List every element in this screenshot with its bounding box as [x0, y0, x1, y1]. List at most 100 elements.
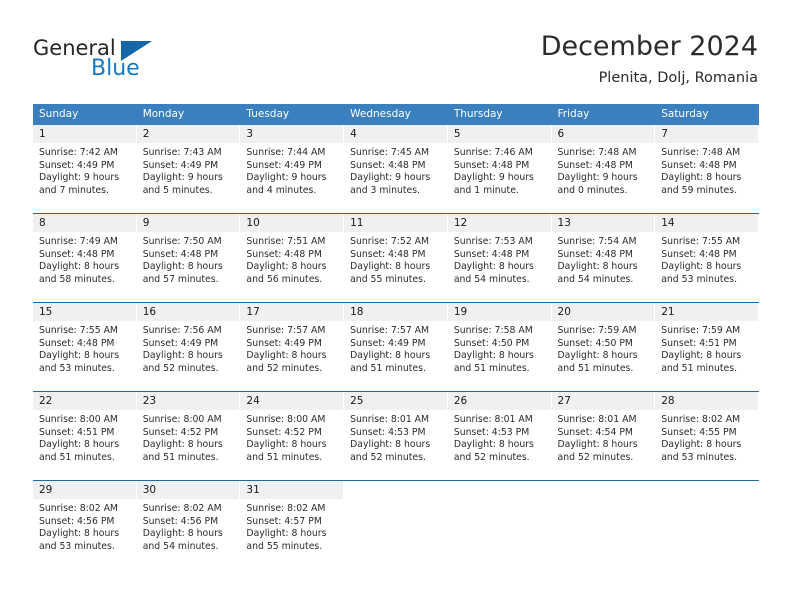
day-number[interactable]: 13	[551, 214, 656, 232]
day-cell[interactable]: Sunrise: 8:00 AM Sunset: 4:51 PM Daylight:…	[33, 410, 137, 480]
day-cell[interactable]: Sunrise: 7:51 AM Sunset: 4:48 PM Daylight:…	[240, 232, 344, 302]
day-number[interactable]: 6	[551, 125, 656, 143]
day-cell[interactable]: Sunrise: 8:00 AM Sunset: 4:52 PM Daylight:…	[240, 410, 344, 480]
day-cell[interactable]: Sunrise: 7:46 AM Sunset: 4:48 PM Daylight:…	[448, 143, 552, 213]
sunset-text: Sunset: 4:49 PM	[246, 337, 322, 349]
daylight-text: Daylight: 8 hours	[246, 528, 327, 540]
sunset-text: Sunset: 4:53 PM	[453, 426, 530, 438]
day-cell[interactable]: Sunrise: 8:01 AM Sunset: 4:53 PM Daylight:…	[448, 410, 552, 480]
day-cell[interactable]: Sunrise: 7:49 AM Sunset: 4:48 PM Daylight:…	[33, 232, 137, 302]
day-number[interactable]: 15	[33, 303, 137, 321]
sunset-text: Sunset: 4:48 PM	[453, 159, 530, 171]
day-number[interactable]: 2	[136, 125, 241, 143]
day-number-empty	[344, 481, 448, 499]
day-cell[interactable]: Sunrise: 8:00 AM Sunset: 4:52 PM Daylight:…	[137, 410, 241, 480]
day-cell[interactable]: Sunrise: 8:01 AM Sunset: 4:53 PM Daylight:…	[344, 410, 448, 480]
day-cell[interactable]: Sunrise: 7:54 AM Sunset: 4:48 PM Daylight:…	[552, 232, 656, 302]
day-number[interactable]: 19	[447, 303, 552, 321]
day-number[interactable]: 22	[33, 392, 137, 410]
day-cell[interactable]: Sunrise: 8:02 AM Sunset: 4:55 PM Daylight:…	[655, 410, 759, 480]
weekday-header-sunday: Sunday	[39, 108, 79, 120]
day-cell[interactable]: Sunrise: 7:50 AM Sunset: 4:48 PM Daylight:…	[137, 232, 241, 302]
day-number[interactable]: 3	[240, 125, 345, 143]
week-day-number-row: 8 9 10 11 12 13 14	[33, 214, 759, 232]
sunrise-text: Sunrise: 8:00 AM	[246, 414, 326, 425]
sunset-text: Sunset: 4:48 PM	[246, 248, 322, 260]
day-cell[interactable]: Sunrise: 7:42 AM Sunset: 4:49 PM Daylight:…	[33, 143, 137, 213]
day-cell[interactable]: Sunrise: 7:53 AM Sunset: 4:48 PM Daylight:…	[448, 232, 552, 302]
day-cell[interactable]: Sunrise: 7:52 AM Sunset: 4:48 PM Daylight:…	[344, 232, 448, 302]
day-cell[interactable]: Sunrise: 7:59 AM Sunset: 4:51 PM Daylight:…	[655, 321, 759, 391]
daylight-text: and 53 minutes.	[661, 273, 738, 285]
day-cell-empty	[448, 499, 552, 569]
day-number[interactable]: 21	[655, 303, 759, 321]
week-day-info-row: Sunrise: 7:49 AM Sunset: 4:48 PM Daylight:…	[33, 232, 759, 302]
day-cell-empty	[344, 499, 448, 569]
day-cell[interactable]: Sunrise: 8:02 AM Sunset: 4:57 PM Daylight:…	[240, 499, 344, 569]
day-cell[interactable]: Sunrise: 8:02 AM Sunset: 4:56 PM Daylight:…	[137, 499, 241, 569]
daylight-text: Daylight: 8 hours	[453, 350, 534, 362]
day-cell[interactable]: Sunrise: 7:57 AM Sunset: 4:49 PM Daylight:…	[344, 321, 448, 391]
day-cell[interactable]: Sunrise: 7:45 AM Sunset: 4:48 PM Daylight:…	[344, 143, 448, 213]
sunset-text: Sunset: 4:48 PM	[453, 248, 530, 260]
day-number[interactable]: 17	[240, 303, 345, 321]
sunset-text: Sunset: 4:50 PM	[557, 337, 633, 349]
daylight-text: Daylight: 8 hours	[350, 261, 431, 273]
daylight-text: Daylight: 8 hours	[453, 261, 534, 273]
sunrise-text: Sunrise: 7:59 AM	[557, 325, 637, 336]
general-blue-logo[interactable]: General Blue	[33, 36, 193, 86]
weekday-header-tuesday: Tuesday	[246, 108, 290, 120]
day-cell[interactable]: Sunrise: 7:57 AM Sunset: 4:49 PM Daylight:…	[240, 321, 344, 391]
calendar-grid: Sunday Monday Tuesday Wednesday Thursday…	[33, 104, 759, 569]
day-cell[interactable]: Sunrise: 7:55 AM Sunset: 4:48 PM Daylight:…	[33, 321, 137, 391]
daylight-text: and 51 minutes.	[142, 451, 219, 463]
day-number[interactable]: 4	[344, 125, 448, 143]
day-number[interactable]: 14	[655, 214, 759, 232]
weekday-header-wednesday: Wednesday	[350, 108, 411, 120]
week-day-info-row: Sunrise: 7:55 AM Sunset: 4:48 PM Daylight:…	[33, 321, 759, 391]
day-number[interactable]: 8	[33, 214, 137, 232]
day-cell[interactable]: Sunrise: 8:01 AM Sunset: 4:54 PM Daylight:…	[552, 410, 656, 480]
day-cell[interactable]: Sunrise: 7:58 AM Sunset: 4:50 PM Daylight:…	[448, 321, 552, 391]
day-number[interactable]: 30	[136, 481, 241, 499]
sunrise-text: Sunrise: 7:57 AM	[350, 325, 430, 336]
day-number[interactable]: 26	[447, 392, 552, 410]
day-cell[interactable]: Sunrise: 7:48 AM Sunset: 4:48 PM Daylight:…	[655, 143, 759, 213]
day-number[interactable]: 28	[655, 392, 759, 410]
daylight-text: Daylight: 9 hours	[557, 172, 638, 184]
calendar-week-row: 1 2 3 4 5 6 7 Sunrise: 7:42 AM Sunset: 4:49 PM Da…	[33, 125, 759, 213]
day-number[interactable]: 29	[33, 481, 137, 499]
sunrise-text: Sunrise: 7:46 AM	[453, 147, 533, 158]
day-cell[interactable]: Sunrise: 7:48 AM Sunset: 4:48 PM Daylight:…	[552, 143, 656, 213]
day-number[interactable]: 1	[33, 125, 137, 143]
daylight-text: Daylight: 8 hours	[246, 439, 327, 451]
calendar-page: General Blue December 2024 Plenita, Dolj…	[0, 0, 792, 612]
day-number[interactable]: 20	[551, 303, 656, 321]
day-number[interactable]: 31	[240, 481, 345, 499]
day-number[interactable]: 27	[551, 392, 656, 410]
day-number[interactable]: 11	[344, 214, 448, 232]
day-number[interactable]: 25	[344, 392, 448, 410]
day-number[interactable]: 9	[136, 214, 241, 232]
day-number[interactable]: 7	[655, 125, 759, 143]
daylight-text: Daylight: 8 hours	[557, 261, 638, 273]
day-number[interactable]: 24	[240, 392, 345, 410]
day-number-empty	[447, 481, 552, 499]
calendar-week-row: 8 9 10 11 12 13 14 Sunrise: 7:49 AM Sunset: 4:48…	[33, 213, 759, 302]
day-cell[interactable]: Sunrise: 8:02 AM Sunset: 4:56 PM Daylight:…	[33, 499, 137, 569]
day-cell[interactable]: Sunrise: 7:56 AM Sunset: 4:49 PM Daylight:…	[137, 321, 241, 391]
day-cell[interactable]: Sunrise: 7:55 AM Sunset: 4:48 PM Daylight:…	[655, 232, 759, 302]
day-cell[interactable]: Sunrise: 7:43 AM Sunset: 4:49 PM Daylight:…	[137, 143, 241, 213]
day-number[interactable]: 5	[447, 125, 552, 143]
day-number[interactable]: 12	[447, 214, 552, 232]
day-number[interactable]: 16	[136, 303, 241, 321]
day-number[interactable]: 18	[344, 303, 448, 321]
day-cell[interactable]: Sunrise: 7:59 AM Sunset: 4:50 PM Daylight:…	[552, 321, 656, 391]
day-cell[interactable]: Sunrise: 7:44 AM Sunset: 4:49 PM Daylight:…	[240, 143, 344, 213]
daylight-text: and 53 minutes.	[39, 540, 115, 552]
sunrise-text: Sunrise: 8:02 AM	[246, 503, 326, 514]
day-number[interactable]: 10	[240, 214, 345, 232]
day-number[interactable]: 23	[136, 392, 241, 410]
sunrise-text: Sunrise: 7:53 AM	[453, 236, 533, 247]
sunrise-text: Sunrise: 8:02 AM	[39, 503, 118, 514]
